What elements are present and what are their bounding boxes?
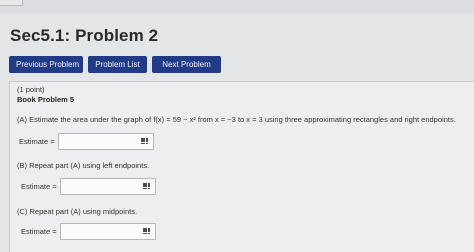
estimate-label-a: Estimate =	[19, 137, 55, 146]
estimate-row-a: Estimate =	[19, 133, 154, 150]
top-toolbar-strip	[0, 0, 474, 14]
problem-list-button[interactable]: Problem List	[88, 56, 147, 73]
problem-points: (1 point)	[17, 85, 45, 94]
next-problem-button[interactable]: Next Problem	[152, 56, 221, 73]
estimate-label-b: Estimate =	[21, 182, 57, 191]
book-problem-heading: Book Problem 5	[17, 95, 75, 104]
grid-keypad-icon[interactable]	[142, 183, 151, 190]
estimate-row-b: Estimate =	[21, 178, 156, 195]
estimate-a-input[interactable]	[57, 133, 154, 150]
part-a-question: (A) Estimate the area under the graph of…	[17, 115, 456, 124]
grid-keypad-icon[interactable]	[140, 138, 149, 145]
problem-panel: (1 point) Book Problem 5 (A) Estimate th…	[9, 81, 474, 252]
part-b-question: (B) Repeat part (A) using left endpoints…	[17, 161, 150, 170]
toolbar-tab-stub	[0, 0, 23, 6]
estimate-b-input[interactable]	[59, 178, 156, 195]
estimate-label-c: Estimate =	[21, 227, 57, 236]
part-c-question: (C) Repeat part (A) using midpoints.	[17, 207, 138, 216]
page-title: Sec5.1: Problem 2	[10, 26, 159, 45]
problem-navigation: Previous Problem Problem List Next Probl…	[9, 56, 221, 73]
previous-problem-button[interactable]: Previous Problem	[9, 56, 83, 73]
estimate-row-c: Estimate =	[21, 223, 156, 240]
estimate-c-input[interactable]	[59, 223, 156, 240]
grid-keypad-icon[interactable]	[142, 228, 151, 235]
